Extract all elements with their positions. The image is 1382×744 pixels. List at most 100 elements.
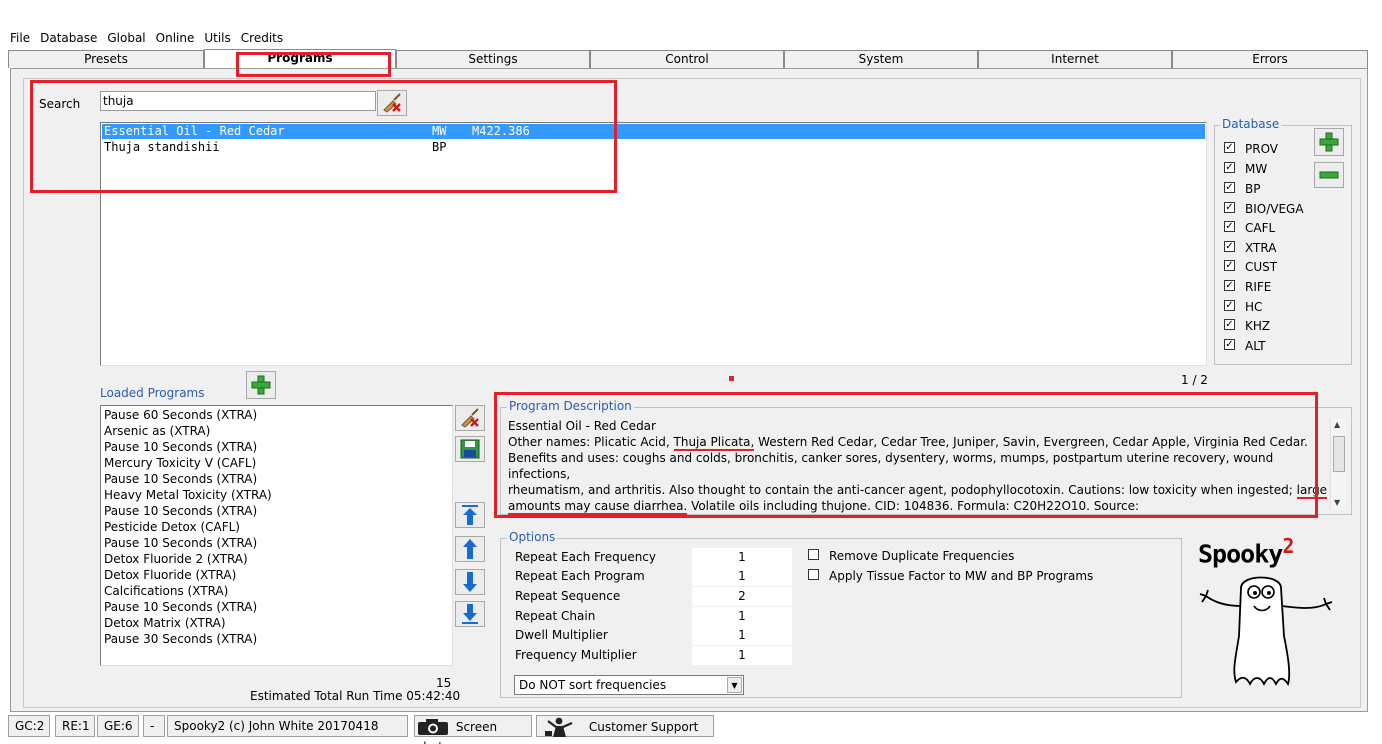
list-item[interactable]: Detox Fluoride (XTRA) [104, 567, 449, 583]
checkbox-checked[interactable]: ✓ [1224, 202, 1235, 213]
option-label: Repeat Sequence [515, 589, 621, 603]
checkbox-checked[interactable]: ✓ [1224, 182, 1235, 193]
checkbox-checked[interactable]: ✓ [1224, 221, 1235, 232]
move-down-button[interactable] [455, 569, 485, 595]
scroll-up-icon[interactable]: ▲ [1334, 420, 1340, 429]
description-scrollbar[interactable]: ▲ ▼ [1330, 418, 1346, 510]
save-button[interactable] [455, 436, 485, 462]
repeat-sequence-field[interactable]: 2 [692, 587, 792, 606]
add-program-button[interactable] [246, 371, 276, 399]
tab-bar: Presets Programs Settings Control System… [8, 49, 1368, 69]
remove-duplicates-option[interactable]: Remove Duplicate Frequencies [808, 549, 1014, 563]
db-khz[interactable]: ✓ KHZ [1224, 319, 1270, 335]
checkbox-unchecked[interactable] [808, 569, 819, 580]
clear-programs-button[interactable] [455, 405, 485, 431]
list-item[interactable]: Pause 10 Seconds (XTRA) [104, 599, 449, 615]
screenshot-button[interactable]: Screen shot [414, 715, 532, 744]
frequency-multiplier-field[interactable]: 1 [692, 646, 792, 665]
program-count: 15 [436, 676, 452, 690]
tab-programs[interactable]: Programs [204, 49, 396, 69]
db-bio-vega[interactable]: ✓ BIO/VEGA [1224, 202, 1304, 218]
list-item[interactable]: Pause 10 Seconds (XTRA) [104, 471, 449, 487]
search-label: Search [39, 97, 81, 111]
checkbox-checked[interactable]: ✓ [1224, 280, 1235, 291]
list-item[interactable]: Thuja standishii BP [102, 140, 1205, 155]
menu-utils[interactable]: Utils [204, 31, 230, 45]
db-rife[interactable]: ✓ RIFE [1224, 280, 1271, 296]
list-item[interactable]: Pause 10 Seconds (XTRA) [104, 503, 449, 519]
tab-errors[interactable]: Errors [1172, 50, 1368, 68]
db-cafl[interactable]: ✓ CAFL [1224, 221, 1275, 237]
pagination: 1 / 2 [1181, 373, 1208, 387]
sort-frequencies-select[interactable]: Do NOT sort frequencies ▼ [514, 675, 744, 695]
arrow-down-icon [463, 572, 477, 592]
minus-icon [1319, 171, 1339, 179]
list-item[interactable]: Detox Matrix (XTRA) [104, 615, 449, 631]
list-item[interactable]: Calcifications (XTRA) [104, 583, 449, 599]
tab-system[interactable]: System [784, 50, 978, 68]
checkbox-checked[interactable]: ✓ [1224, 142, 1235, 153]
checkbox-checked[interactable]: ✓ [1224, 162, 1235, 173]
move-bottom-button[interactable] [455, 601, 485, 627]
plus-icon [1319, 132, 1339, 152]
tab-control[interactable]: Control [590, 50, 784, 68]
list-item[interactable]: Pause 10 Seconds (XTRA) [104, 439, 449, 455]
menu-online[interactable]: Online [156, 31, 195, 45]
clear-search-button[interactable] [377, 90, 407, 116]
list-item[interactable]: Mercury Toxicity V (CAFL) [104, 455, 449, 471]
menu-bar: File Database Global Online Utils Credits [10, 31, 293, 47]
repeat-each-frequency-field[interactable]: 1 [692, 548, 792, 567]
list-item[interactable]: Pause 60 Seconds (XTRA) [104, 407, 449, 423]
move-up-button[interactable] [455, 536, 485, 562]
status-gc: GC:2 [8, 715, 50, 737]
add-database-button[interactable] [1314, 128, 1344, 156]
db-alt[interactable]: ✓ ALT [1224, 339, 1266, 355]
checkbox-unchecked[interactable] [808, 549, 819, 560]
chevron-down-icon[interactable]: ▼ [727, 677, 742, 693]
db-prov[interactable]: ✓ PROV [1224, 142, 1278, 158]
list-item[interactable]: Detox Fluoride 2 (XTRA) [104, 551, 449, 567]
db-cust[interactable]: ✓ CUST [1224, 260, 1277, 276]
search-results-list[interactable]: Essential Oil - Red Cedar MW M422.386 Th… [100, 122, 1207, 366]
estimated-run-time: Estimated Total Run Time 05:42:40 [250, 689, 461, 703]
list-item[interactable]: Pesticide Detox (CAFL) [104, 519, 449, 535]
menu-database[interactable]: Database [40, 31, 97, 45]
tab-internet[interactable]: Internet [978, 50, 1172, 68]
list-item[interactable]: Heavy Metal Toxicity (XTRA) [104, 487, 449, 503]
db-mw[interactable]: ✓ MW [1224, 162, 1267, 178]
description-heading: Essential Oil - Red Cedar [508, 419, 656, 433]
repeat-each-program-field[interactable]: 1 [692, 567, 792, 586]
loaded-programs-title: Loaded Programs [100, 386, 205, 400]
description-line: Other names: Plicatic Acid, Thuja Plicat… [508, 435, 1308, 451]
customer-support-button[interactable]: Customer Support [536, 715, 714, 737]
arrow-up-icon [463, 539, 477, 559]
checkbox-checked[interactable]: ✓ [1224, 260, 1235, 271]
dwell-multiplier-field[interactable]: 1 [692, 626, 792, 645]
menu-credits[interactable]: Credits [241, 31, 283, 45]
checkbox-checked[interactable]: ✓ [1224, 319, 1235, 330]
loaded-programs-list[interactable]: Pause 60 Seconds (XTRA) Arsenic as (XTRA… [100, 405, 453, 666]
checkbox-checked[interactable]: ✓ [1224, 339, 1235, 350]
option-label: Repeat Each Program [515, 569, 645, 583]
checkbox-checked[interactable]: ✓ [1224, 241, 1235, 252]
list-item[interactable]: Pause 10 Seconds (XTRA) [104, 535, 449, 551]
db-hc[interactable]: ✓ HC [1224, 300, 1262, 316]
db-xtra[interactable]: ✓ XTRA [1224, 241, 1276, 257]
tab-settings[interactable]: Settings [396, 50, 590, 68]
plus-icon [251, 375, 271, 395]
scroll-thumb[interactable] [1333, 436, 1345, 472]
move-top-button[interactable] [455, 502, 485, 528]
list-item[interactable]: Pause 30 Seconds (XTRA) [104, 631, 449, 647]
list-item[interactable]: Arsenic as (XTRA) [104, 423, 449, 439]
menu-file[interactable]: File [10, 31, 30, 45]
repeat-chain-field[interactable]: 1 [692, 607, 792, 626]
list-item[interactable]: Essential Oil - Red Cedar MW M422.386 [102, 124, 1205, 139]
tab-presets[interactable]: Presets [8, 50, 204, 68]
db-bp[interactable]: ✓ BP [1224, 182, 1260, 198]
search-input[interactable] [100, 91, 376, 111]
tissue-factor-option[interactable]: Apply Tissue Factor to MW and BP Program… [808, 569, 1093, 583]
menu-global[interactable]: Global [107, 31, 145, 45]
checkbox-checked[interactable]: ✓ [1224, 300, 1235, 311]
remove-database-button[interactable] [1314, 162, 1344, 188]
scroll-down-icon[interactable]: ▼ [1334, 498, 1340, 507]
